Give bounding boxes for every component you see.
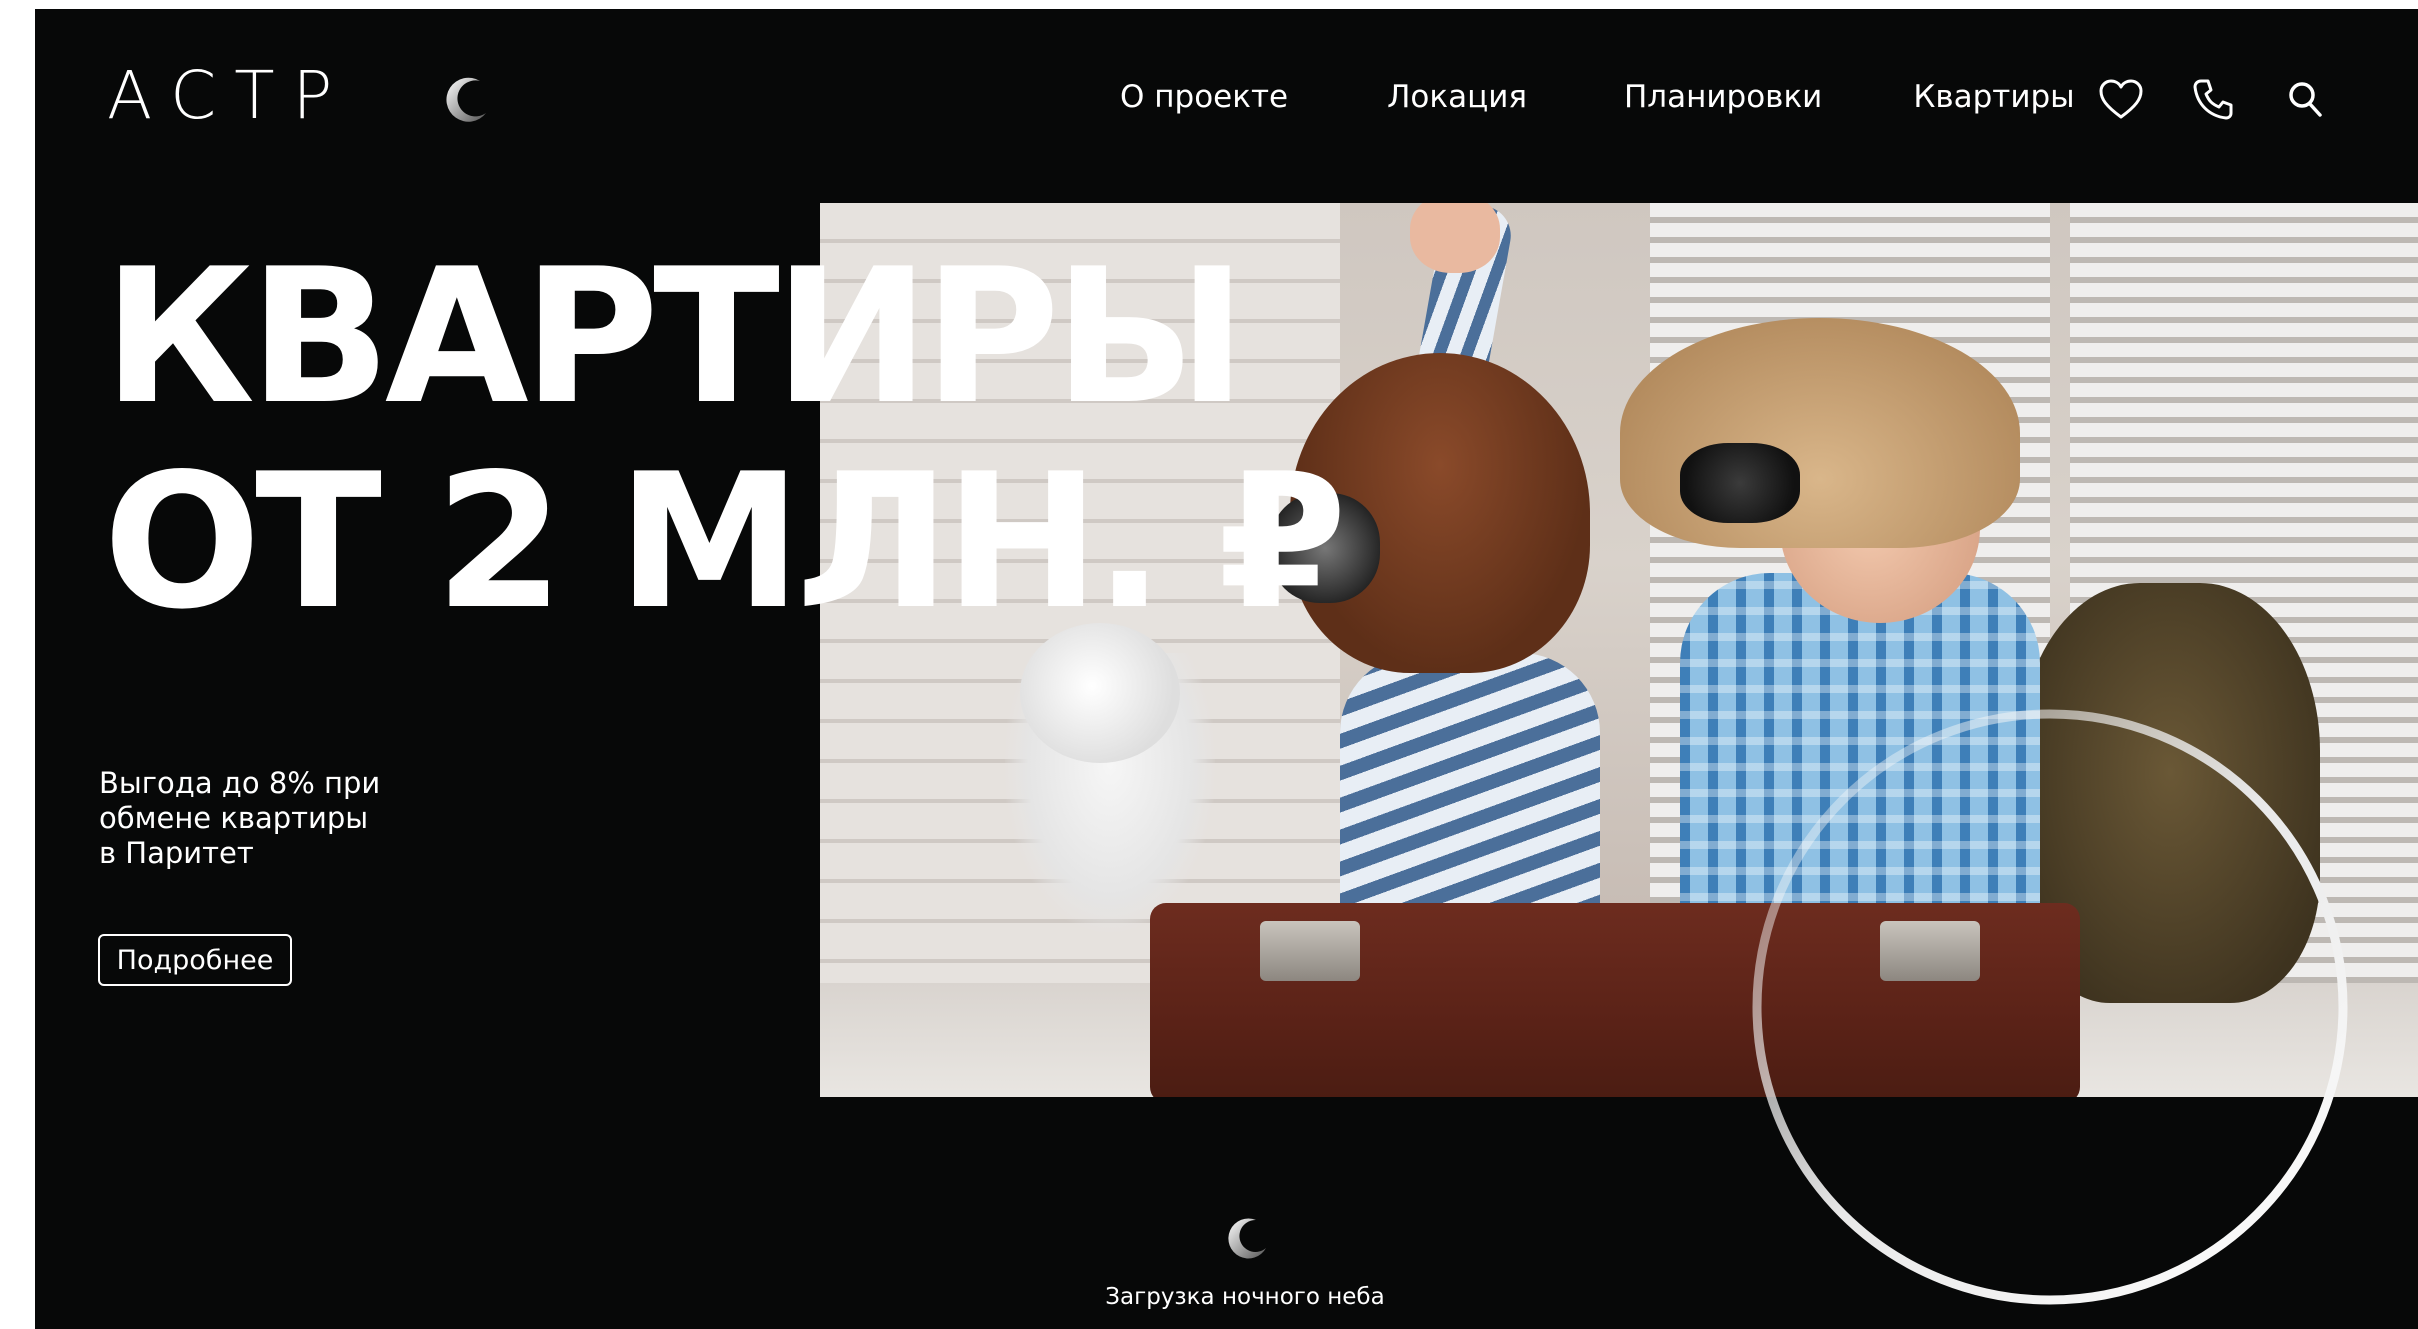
- nav-item-about[interactable]: О проекте: [1120, 79, 1288, 115]
- photo-latch: [1260, 921, 1360, 981]
- more-details-button[interactable]: Подробнее: [98, 934, 292, 986]
- promo-text: Выгода до 8% при обмене квартиры в Парит…: [99, 766, 459, 871]
- header-icons: [2095, 73, 2331, 125]
- photo-pith-helmet: [1620, 318, 2020, 548]
- logo-text: АСТР: [107, 57, 351, 134]
- nav-item-apartments[interactable]: Квартиры: [1913, 79, 2074, 115]
- nav-item-layouts[interactable]: Планировки: [1624, 79, 1822, 115]
- promo-line: в Паритет: [99, 836, 254, 870]
- logo-moon-icon: [446, 77, 486, 122]
- heart-icon: [2099, 79, 2143, 119]
- decorative-ring: [1752, 709, 2348, 1305]
- hero-headline-line2: ОТ 2 МЛН. ₽: [103, 433, 1347, 650]
- landing-page: АСТР О проекте Локация Планировки Кварти…: [35, 9, 2418, 1329]
- logo[interactable]: АСТР: [107, 61, 350, 131]
- loading-spinner-icon: [1228, 1218, 1266, 1259]
- phone-icon: [2193, 79, 2233, 120]
- favorites-button[interactable]: [2095, 73, 2147, 125]
- promo-line: Выгода до 8% при: [99, 766, 381, 800]
- nav-item-location[interactable]: Локация: [1387, 79, 1527, 115]
- search-icon: [2289, 82, 2322, 117]
- hero-headline-line1: КВАРТИРЫ: [103, 228, 1247, 445]
- hero-headline: КВАРТИРЫ ОТ 2 МЛН. ₽: [103, 228, 1347, 650]
- photo-goggles-right: [1680, 443, 1800, 523]
- photo-hand: [1410, 203, 1500, 273]
- main-nav: О проекте Локация Планировки Квартиры: [1075, 73, 2075, 121]
- search-button[interactable]: [2279, 73, 2331, 125]
- phone-button[interactable]: [2187, 73, 2239, 125]
- promo-line: обмене квартиры: [99, 801, 369, 835]
- loading-text: Загрузка ночного неба: [1105, 1284, 1385, 1310]
